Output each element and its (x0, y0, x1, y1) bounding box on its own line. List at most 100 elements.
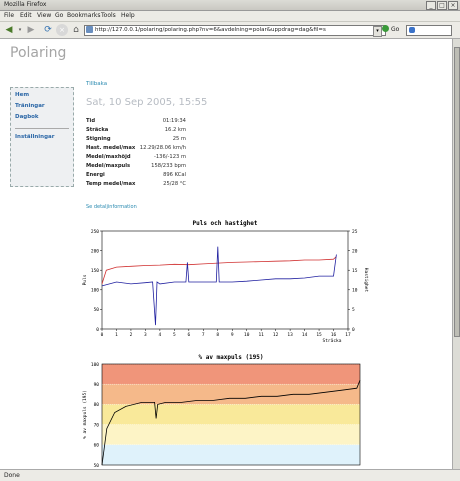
forward-arrow-icon[interactable]: ▶ (25, 24, 37, 36)
zone-band (102, 364, 360, 385)
window-titlebar: Mozilla Firefox _ □ × (0, 0, 460, 11)
y-tick-label: 70 (94, 422, 100, 428)
stat-label: Stigning (86, 136, 111, 142)
sidebar: Hem Träningar Dagbok Inställningar (10, 87, 74, 187)
detail-link[interactable]: Se detaljinformation (86, 204, 137, 210)
stat-value: -136/-123 m (154, 154, 186, 160)
x-tick-label: 2 (130, 332, 133, 338)
stat-value: 16.2 km (164, 127, 186, 133)
y2-tick-label: 0 (352, 327, 355, 333)
sidebar-item-dagbok[interactable]: Dagbok (15, 114, 39, 120)
url-dropdown-icon[interactable]: ▾ (373, 26, 382, 37)
close-icon[interactable]: × (448, 1, 458, 10)
menu-help[interactable]: Help (121, 11, 135, 21)
menu-view[interactable]: View (37, 11, 51, 21)
sidebar-item-installningar[interactable]: Inställningar (15, 134, 54, 140)
y-axis-label: % av maxpuls (195) (82, 390, 88, 439)
x-tick-label: 7 (202, 332, 205, 338)
status-text: Done (4, 472, 20, 479)
x-tick-label: 17 (345, 332, 351, 338)
stat-value: 25 m (172, 136, 186, 142)
y-tick-label: 90 (94, 382, 100, 388)
reload-icon[interactable]: ⟳ (42, 24, 54, 36)
stop-icon[interactable]: × (56, 24, 68, 36)
y-tick-label: 100 (91, 362, 99, 368)
back-link[interactable]: Tillbaka (86, 81, 107, 87)
stat-row: Energi 896 KCal (86, 171, 186, 180)
menu-go[interactable]: Go (55, 11, 63, 21)
stat-row: Temp medel/max 25/28 °C (86, 180, 186, 189)
x-tick-label: 4 (159, 332, 162, 338)
x-tick-label: 3 (144, 332, 147, 338)
menu-edit[interactable]: Edit (20, 11, 32, 21)
stat-row: Sträcka 16.2 km (86, 126, 186, 135)
back-arrow-icon[interactable]: ◀ (3, 24, 15, 36)
stat-label: Hast. medel/max (86, 145, 136, 151)
zone-band (102, 404, 360, 425)
y2-tick-label: 15 (352, 268, 358, 274)
page-content: Polaring Hem Träningar Dagbok Inställnin… (0, 39, 452, 469)
x-tick-label: 6 (187, 332, 190, 338)
go-button[interactable]: Go (382, 25, 402, 35)
stat-label: Tid (86, 118, 96, 124)
y2-tick-label: 25 (352, 229, 358, 235)
stat-row: Medel/maxpuls 158/233 bpm (86, 162, 186, 171)
x-tick-label: 13 (287, 332, 293, 338)
home-icon[interactable]: ⌂ (70, 24, 82, 36)
x-tick-label: 8 (216, 332, 219, 338)
go-icon (382, 25, 389, 32)
stat-row: Medel/maxhöjd -136/-123 m (86, 153, 186, 162)
stat-value: 01:19:34 (162, 118, 186, 124)
stat-label: Energi (86, 172, 105, 178)
search-engine-icon[interactable] (409, 27, 415, 33)
maximize-icon[interactable]: □ (437, 1, 447, 10)
y-tick-label: 50 (94, 307, 100, 313)
y-axis-label: Puls (82, 274, 88, 285)
y2-tick-label: 5 (352, 307, 355, 313)
x-axis-label: Sträcka (323, 338, 342, 344)
y-tick-label: 250 (91, 229, 99, 235)
y-tick-label: 100 (91, 288, 99, 294)
minimize-icon[interactable]: _ (426, 1, 436, 10)
app-title: Polaring (10, 45, 67, 61)
scrollbar-thumb[interactable] (454, 47, 460, 337)
menu-bar: File Edit View Go Bookmarks Tools Help (0, 11, 460, 22)
menu-file[interactable]: File (4, 11, 14, 21)
y-tick-label: 80 (94, 402, 100, 408)
x-tick-label: 15 (316, 332, 322, 338)
chart-title: Puls och hastighet (192, 220, 257, 227)
stat-value: 12.29/28.06 km/h (139, 145, 186, 151)
max-pulse-chart: % av maxpuls (195) 50 60 70 80 90 100 % av maxp… (82, 354, 361, 469)
url-field[interactable]: http://127.0.0.1/polaring/polaring.php?n… (84, 25, 386, 36)
back-dropdown-icon[interactable]: ▾ (17, 24, 23, 36)
sidebar-item-traningar[interactable]: Träningar (15, 103, 45, 109)
x-tick-label: 11 (258, 332, 264, 338)
stat-label: Medel/maxhöjd (86, 154, 131, 160)
y2-tick-label: 10 (352, 288, 358, 294)
stat-label: Sträcka (86, 127, 109, 133)
x-tick-label: 16 (331, 332, 337, 338)
stat-value: 896 KCal (163, 172, 186, 178)
menu-bookmarks[interactable]: Bookmarks (67, 11, 101, 21)
x-tick-label: 0 (101, 332, 104, 338)
stat-label: Temp medel/max (86, 181, 136, 187)
y-tick-label: 50 (94, 463, 100, 469)
x-tick-label: 1 (115, 332, 118, 338)
sidebar-item-hem[interactable]: Hem (15, 92, 29, 98)
zone-band (102, 384, 360, 405)
y-tick-label: 60 (94, 443, 100, 449)
x-tick-label: 12 (273, 332, 279, 338)
stat-value: 158/233 bpm (151, 163, 186, 169)
vertical-scrollbar[interactable] (452, 39, 460, 469)
stat-row: Tid 01:19:34 (86, 117, 186, 126)
menu-tools[interactable]: Tools (101, 11, 116, 21)
stat-row: Hast. medel/max 12.29/28.06 km/h (86, 144, 186, 153)
page-icon (86, 26, 93, 33)
search-field[interactable] (406, 25, 452, 36)
y2-axis-label: Hastighet (363, 268, 369, 293)
y-tick-label: 200 (91, 248, 99, 254)
stat-label: Medel/maxpuls (86, 163, 131, 169)
pulse-speed-chart: Puls och hastighet0501001502002500510152… (82, 220, 369, 344)
stat-value: 25/28 °C (163, 181, 186, 187)
window-title: Mozilla Firefox (4, 1, 47, 8)
